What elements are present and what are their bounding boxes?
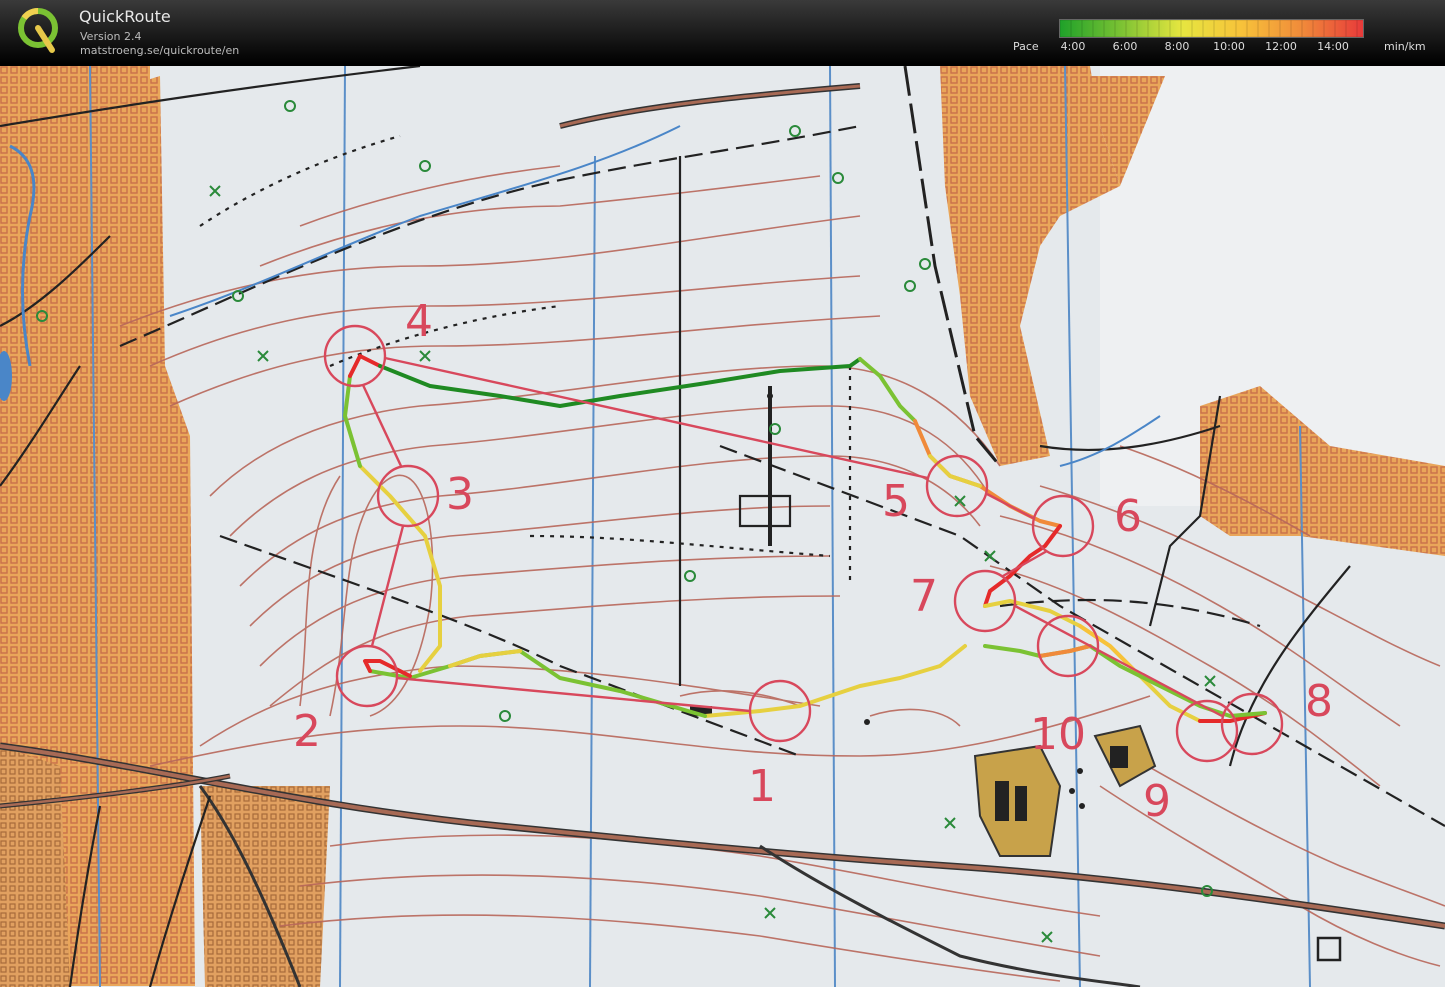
pace-tick: 6:00 [1112,40,1138,53]
orienteering-map[interactable]: 1 2 3 4 5 6 7 8 9 10 [0,66,1445,987]
pace-tick: 12:00 [1265,40,1297,53]
app-header: QuickRoute Version 2.4 matstroeng.se/qui… [0,0,1445,64]
pace-unit: min/km [1384,40,1426,53]
pace-tick: 4:00 [1060,40,1086,53]
quickroute-logo [18,8,58,53]
pace-tick: 10:00 [1213,40,1245,53]
control-number: 7 [910,571,938,622]
app-version: Version 2.4 [80,30,142,43]
control-number: 6 [1114,491,1142,542]
control-number: 9 [1143,776,1171,827]
control-number: 3 [446,469,474,520]
control-number: 5 [882,476,910,527]
app-title: QuickRoute [79,7,171,26]
control-number: 4 [405,296,433,347]
pace-color-scale [1059,19,1364,38]
pace-tick: 8:00 [1164,40,1190,53]
control-number: 8 [1305,676,1333,727]
app-url[interactable]: matstroeng.se/quickroute/en [80,44,239,57]
control-number: 2 [293,706,321,757]
control-number: 10 [1030,709,1086,760]
control-number: 1 [748,761,776,812]
pace-label: Pace [1013,40,1039,53]
pace-tick: 14:00 [1317,40,1349,53]
